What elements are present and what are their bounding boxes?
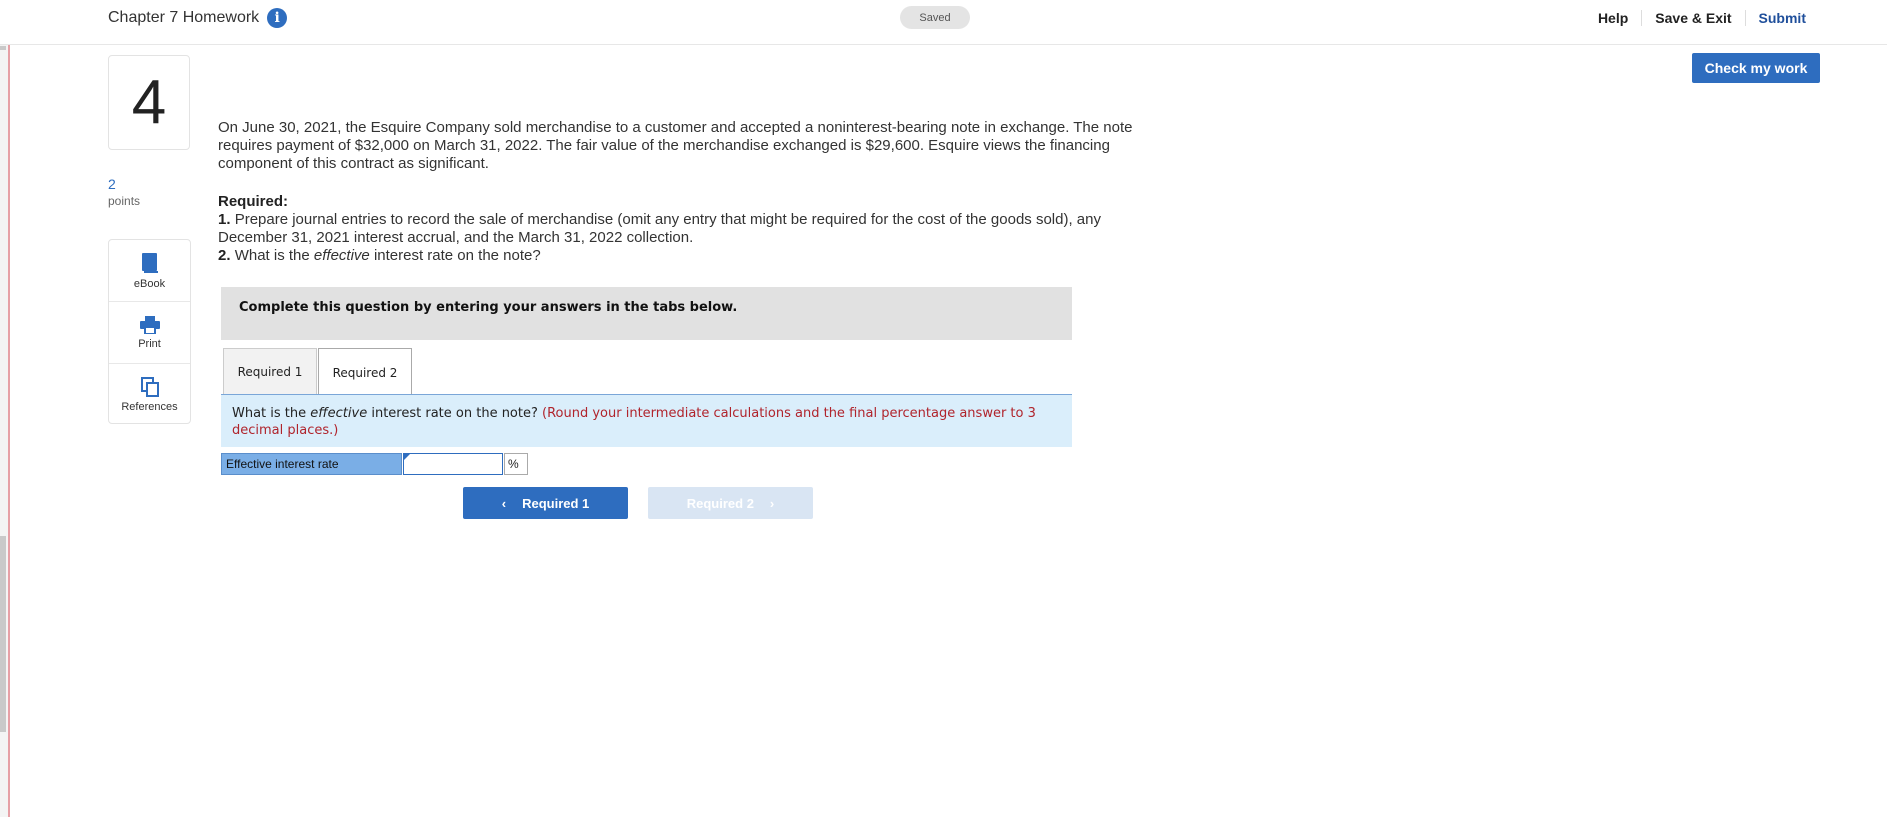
- effective-rate-label: Effective interest rate: [221, 453, 402, 475]
- save-exit-link[interactable]: Save & Exit: [1641, 10, 1744, 26]
- percent-unit: %: [504, 453, 528, 475]
- ebook-button[interactable]: eBook: [109, 240, 190, 301]
- assignment-title-text: Chapter 7 Homework: [108, 9, 260, 26]
- left-edge-strip: [0, 0, 10, 817]
- prompt-emphasis: effective: [310, 406, 368, 421]
- top-header: Chapter 7 Homework i Saved Help Save & E…: [0, 0, 1887, 45]
- instructions-banner: Complete this question by entering your …: [221, 287, 1072, 340]
- requirement-2: 2. What is the effective interest rate o…: [218, 247, 1158, 265]
- instructions-text: Complete this question by entering your …: [239, 300, 738, 315]
- previous-tab-button[interactable]: ‹ Required 1: [463, 487, 628, 519]
- prompt-pre: What is the: [232, 406, 307, 421]
- answer-prompt: What is the effective interest rate on t…: [221, 395, 1072, 447]
- copy-icon: [140, 376, 159, 397]
- requirement-1-number: 1.: [218, 211, 231, 228]
- tab-required-1[interactable]: Required 1: [223, 348, 317, 395]
- chevron-right-icon: ›: [769, 495, 775, 511]
- chevron-left-icon: ‹: [501, 495, 507, 511]
- requirement-1-text: Prepare journal entries to record the sa…: [218, 211, 1101, 246]
- help-link[interactable]: Help: [1585, 10, 1641, 26]
- assignment-title: Chapter 7 Homework i: [108, 8, 288, 28]
- requirement-2-emphasis: effective: [313, 247, 370, 264]
- points-value: 2: [108, 176, 116, 192]
- requirement-1: 1. Prepare journal entries to record the…: [218, 211, 1158, 247]
- question-intro: On June 30, 2021, the Esquire Company so…: [218, 119, 1133, 172]
- saved-status-badge: Saved: [900, 6, 970, 29]
- submit-link[interactable]: Submit: [1744, 10, 1819, 26]
- requirement-2-pre: What is the: [234, 247, 310, 264]
- question-number: 4: [108, 55, 190, 150]
- print-label: Print: [138, 337, 161, 350]
- references-label: References: [121, 400, 178, 413]
- points-label: points: [108, 194, 141, 208]
- requirement-2-post: interest rate on the note?: [373, 247, 541, 264]
- input-corner-marker: [404, 454, 410, 460]
- scroll-thumb[interactable]: [0, 536, 6, 732]
- prompt-post: interest rate on the note?: [371, 406, 538, 421]
- next-tab-button: Required 2 ›: [648, 487, 813, 519]
- question-text: On June 30, 2021, the Esquire Company so…: [218, 119, 1158, 265]
- info-icon[interactable]: i: [267, 8, 288, 28]
- effective-rate-input[interactable]: [403, 453, 503, 475]
- references-button[interactable]: References: [109, 363, 190, 425]
- print-button[interactable]: Print: [109, 301, 190, 363]
- previous-tab-label: Required 1: [522, 495, 590, 511]
- header-links: Help Save & Exit Submit: [1585, 10, 1819, 26]
- question-tools: eBook Print References: [108, 239, 191, 424]
- printer-icon: [139, 315, 160, 334]
- scroll-mark: [0, 46, 6, 50]
- book-icon: [141, 252, 158, 273]
- requirement-2-number: 2.: [218, 247, 231, 264]
- ebook-label: eBook: [133, 277, 166, 290]
- answer-prompt-text: What is the effective interest rate on t…: [232, 405, 1062, 439]
- check-my-work-button[interactable]: Check my work: [1692, 53, 1820, 83]
- required-heading: Required:: [218, 193, 289, 210]
- tab-required-2[interactable]: Required 2: [318, 348, 412, 397]
- next-tab-label: Required 2: [686, 495, 754, 511]
